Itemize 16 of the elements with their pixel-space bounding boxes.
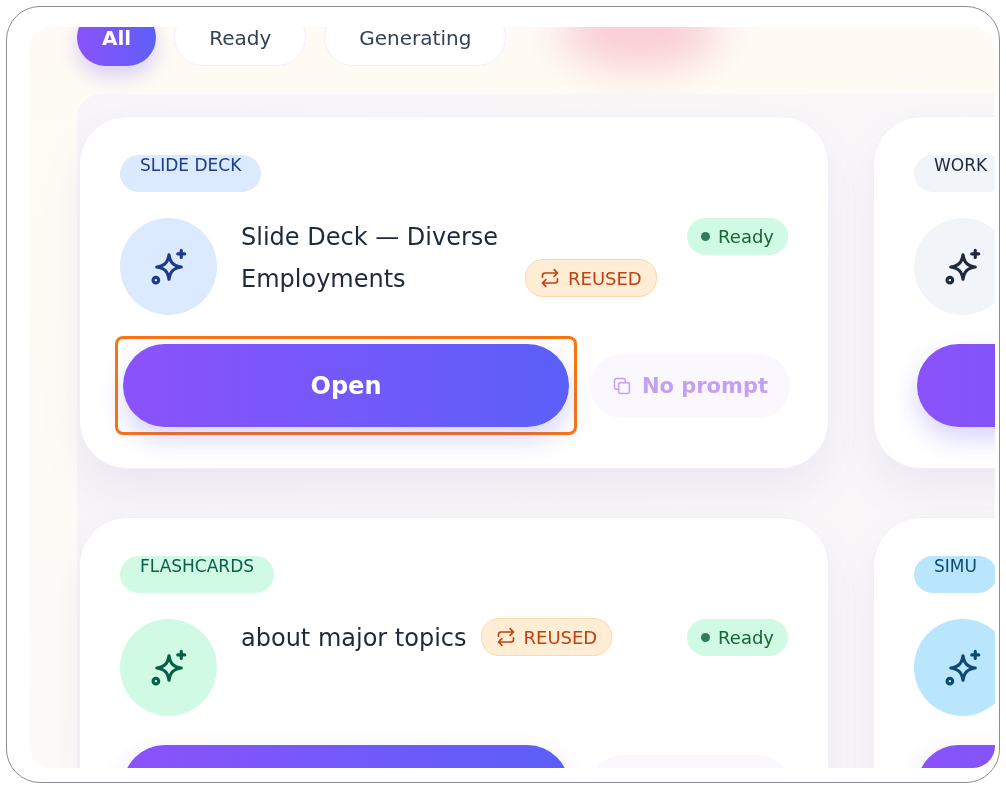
category-tag: FLASHCARDS [120,556,275,593]
card-title: about major topics [241,623,467,654]
category-tag: SIMU [914,556,995,593]
category-tag: WORK [914,155,995,192]
repeat-icon [540,268,560,288]
reused-badge: REUSED [525,259,657,297]
repeat-icon [495,627,516,647]
open-button[interactable]: Open [123,344,569,427]
status-badge: Ready [687,218,788,255]
filter-chip[interactable]: Generating [324,27,507,66]
category-tag: SLIDE DECK [120,155,262,192]
filter-chip[interactable]: All [77,27,157,66]
reused-badge: REUSED [480,618,613,656]
filter-chip[interactable]: Ready [174,27,307,66]
card-title: Slide Deck — Diverse Employments [241,222,500,295]
status-badge: Ready [687,619,788,656]
